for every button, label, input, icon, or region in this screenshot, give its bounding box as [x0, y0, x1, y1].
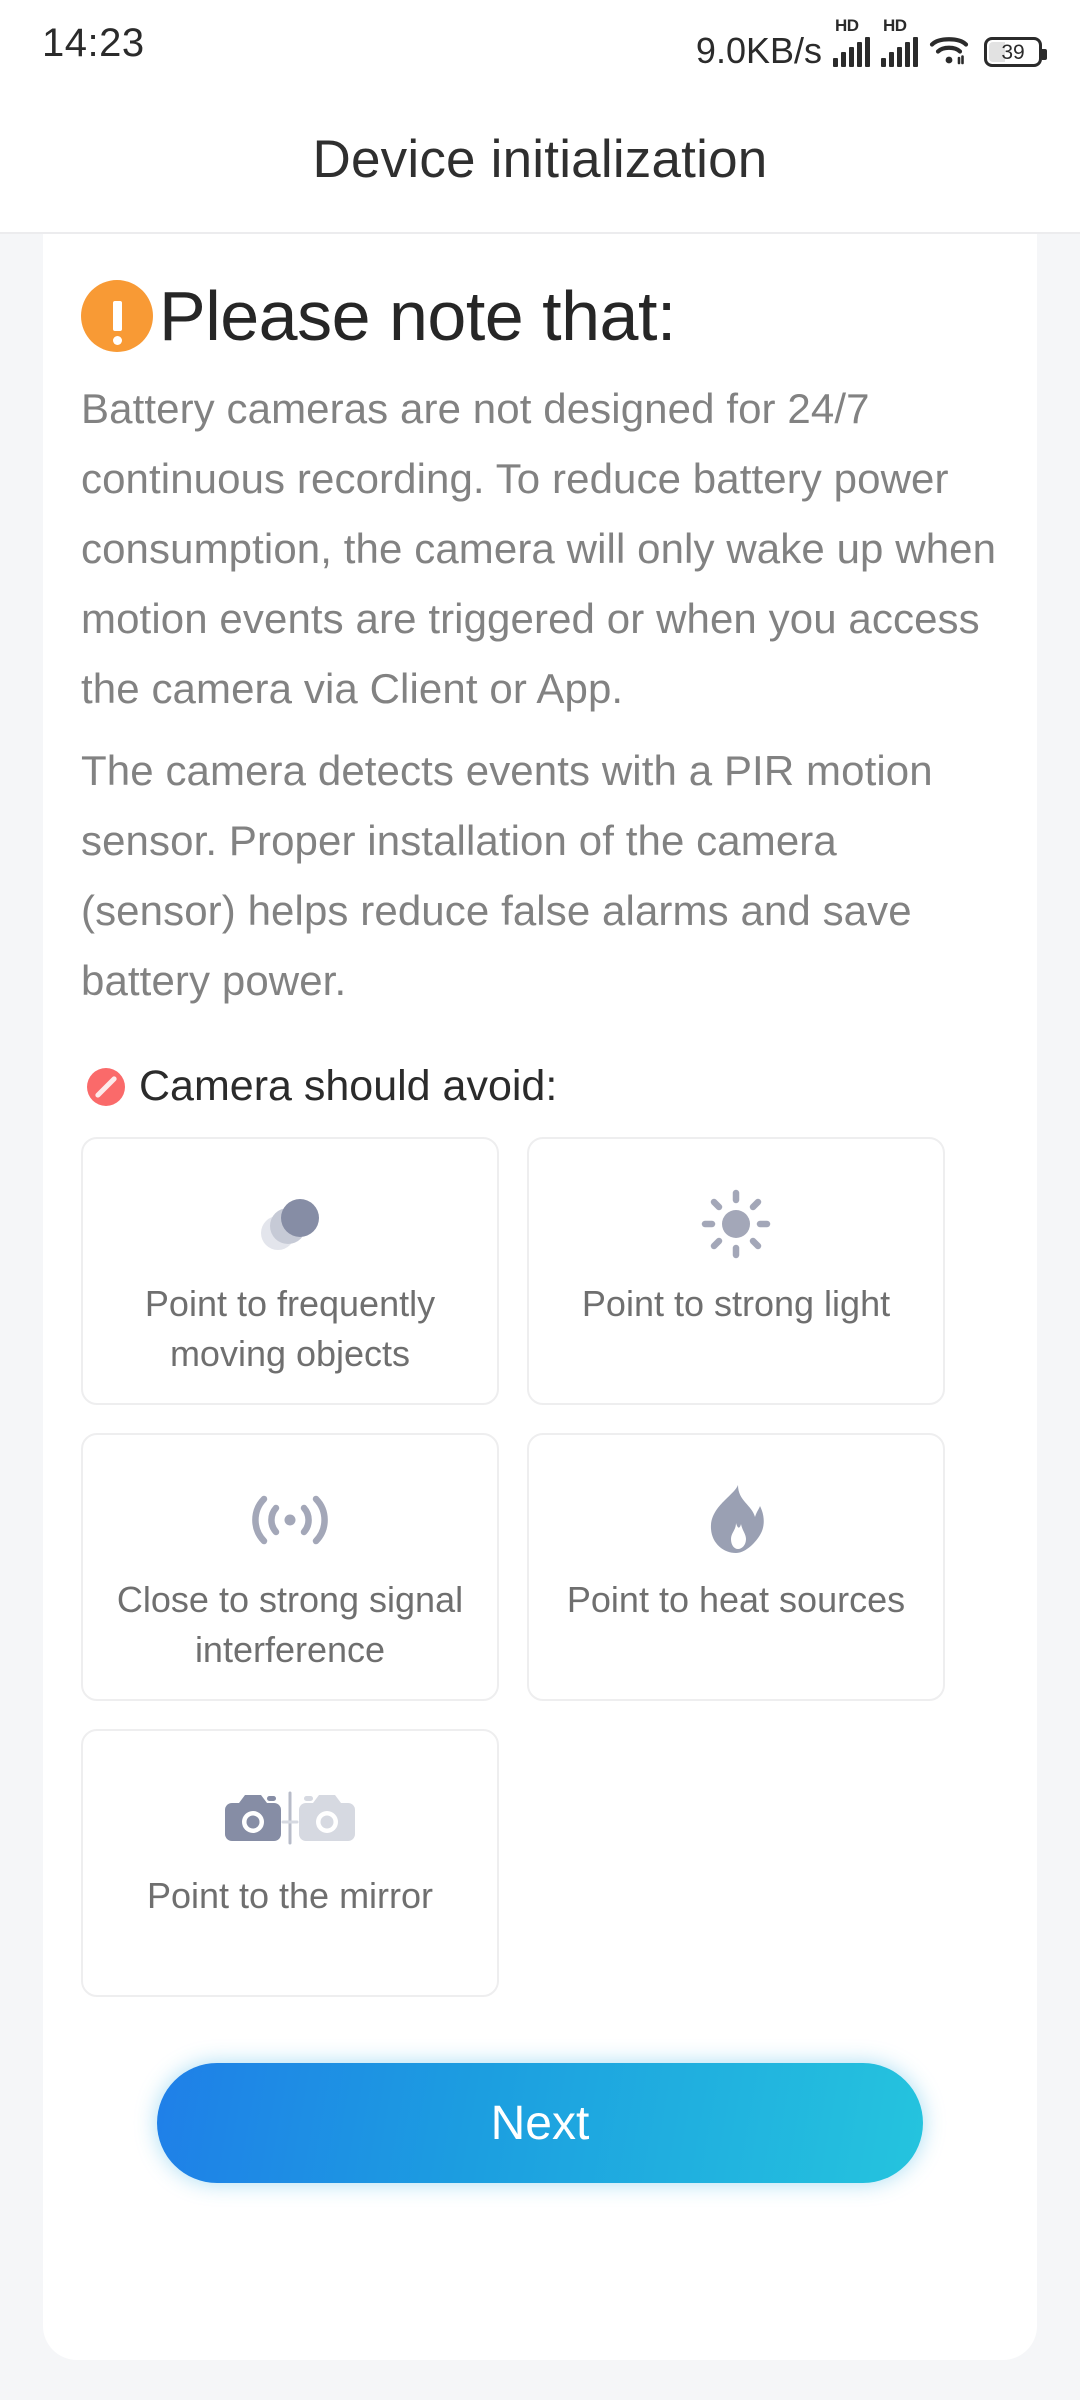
signal-waves-icon — [247, 1479, 333, 1561]
avoid-card-grid: Point to frequently moving objects Point… — [81, 1137, 999, 1997]
status-bar: 14:23 9.0KB/s HD HD 39 — [0, 0, 1080, 86]
hd-label-1: HD — [835, 16, 859, 35]
note-heading: Please note that: — [81, 276, 999, 356]
battery-icon: 39 — [984, 37, 1047, 67]
flame-icon — [705, 1479, 767, 1561]
avoid-card-label: Close to strong signal interference — [116, 1579, 464, 1670]
avoid-title: Camera should avoid: — [139, 1062, 558, 1110]
wifi-icon — [929, 37, 969, 65]
content-panel: Please note that: Battery cameras are no… — [43, 234, 1037, 2360]
note-title: Please note that: — [159, 277, 676, 355]
avoid-card-heat-sources[interactable]: Point to heat sources — [527, 1433, 945, 1701]
footer-actions: Next — [81, 2063, 999, 2183]
cellular-signal-icon-2: HD — [881, 16, 918, 67]
avoid-card-moving-objects[interactable]: Point to frequently moving objects — [81, 1137, 499, 1405]
signal-bars-1 — [833, 37, 870, 67]
prohibition-icon — [87, 1067, 125, 1106]
avoid-heading: Camera should avoid: — [87, 1062, 999, 1111]
panel-wrapper: Please note that: Battery cameras are no… — [0, 234, 1080, 2400]
signal-bars-2 — [881, 37, 918, 67]
moving-objects-icon — [250, 1183, 330, 1265]
avoid-card-label: Point to strong light — [581, 1283, 891, 1324]
status-time: 14:23 — [42, 20, 145, 65]
avoid-card-label: Point to the mirror — [146, 1875, 434, 1916]
sun-icon — [701, 1183, 771, 1265]
next-button[interactable]: Next — [157, 2063, 923, 2183]
battery-level-text: 39 — [1001, 40, 1025, 64]
avoid-card-strong-light[interactable]: Point to strong light — [527, 1137, 945, 1405]
avoid-card-label: Point to frequently moving objects — [144, 1283, 436, 1374]
note-paragraph-2: The camera detects events with a PIR mot… — [81, 747, 933, 1004]
page-title: Device initialization — [312, 129, 768, 189]
note-paragraph-1: Battery cameras are not designed for 24/… — [81, 385, 997, 712]
app-header: Device initialization — [0, 86, 1080, 234]
network-speed: 9.0KB/s — [695, 30, 822, 71]
avoid-card-mirror[interactable]: Point to the mirror — [81, 1729, 499, 1997]
hd-label-2: HD — [883, 16, 907, 35]
cellular-signal-icon-1: HD — [833, 16, 870, 67]
status-indicators: 9.0KB/s HD HD 39 — [695, 16, 1047, 71]
avoid-card-label: Point to heat sources — [566, 1579, 906, 1620]
avoid-card-signal-interference[interactable]: Close to strong signal interference — [81, 1433, 499, 1701]
mirror-camera-icon — [221, 1775, 359, 1857]
warning-exclamation-icon — [81, 280, 153, 352]
